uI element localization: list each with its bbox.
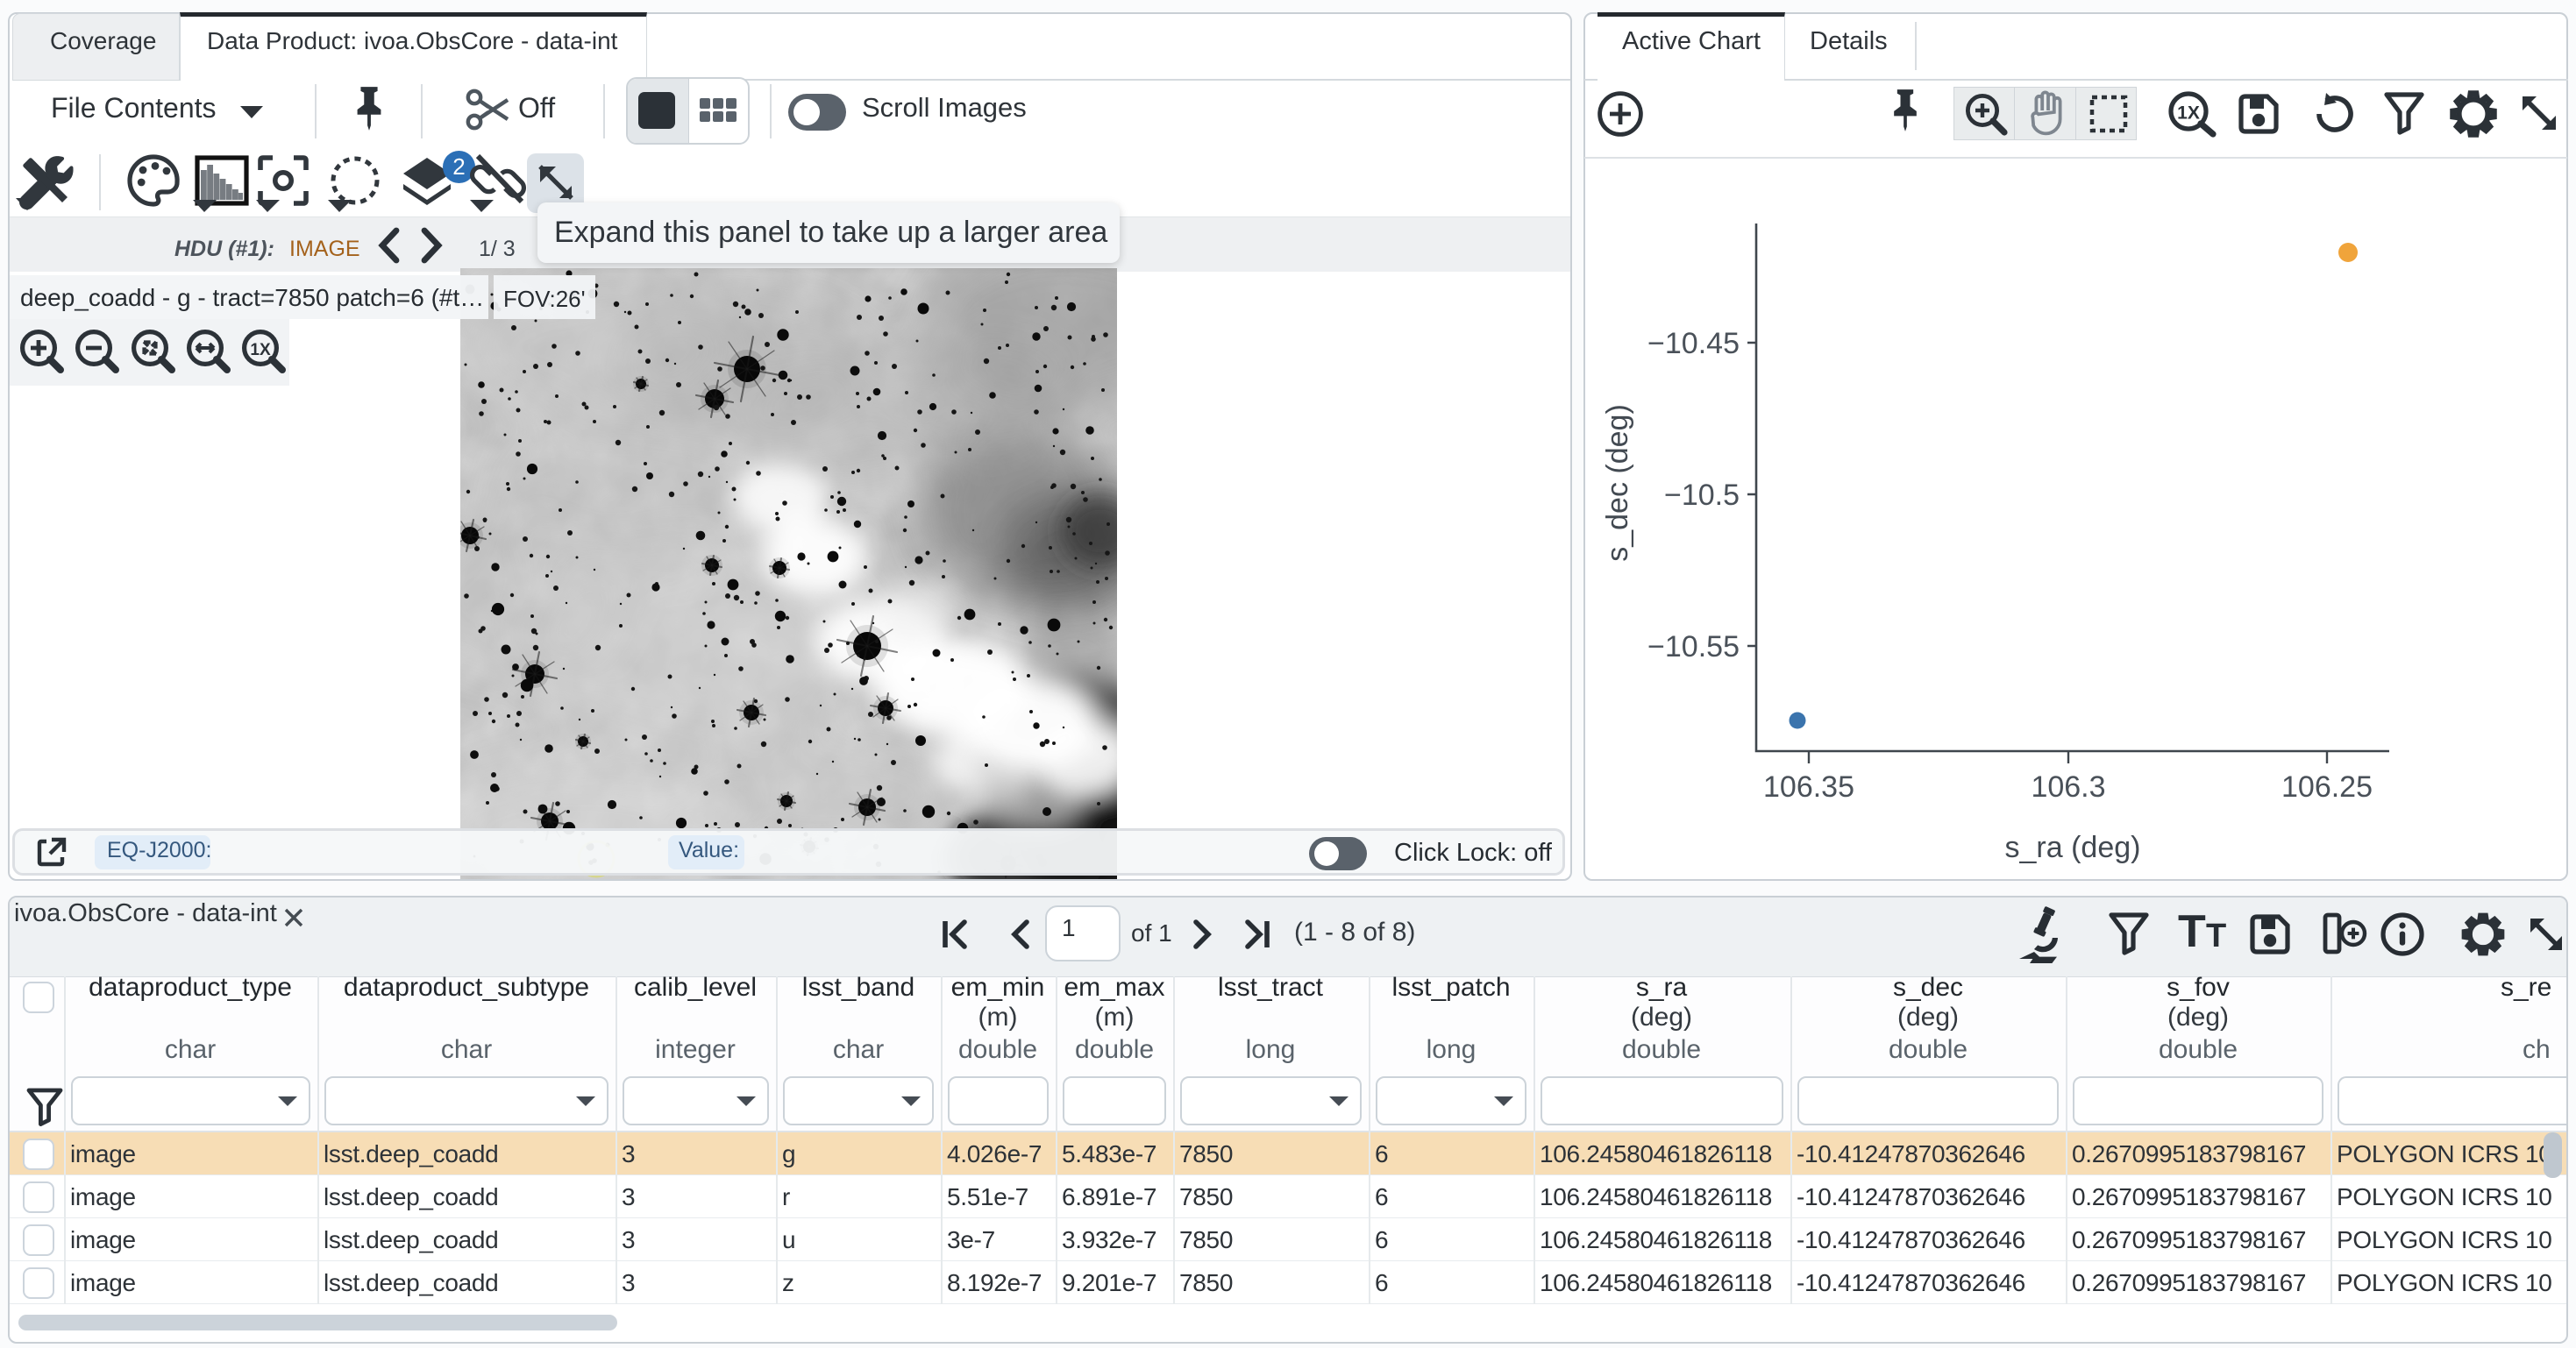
svg-text:T: T bbox=[2206, 918, 2226, 954]
svg-text:−10.45: −10.45 bbox=[1647, 327, 1740, 360]
svg-text:T: T bbox=[2178, 906, 2206, 957]
svg-text:−10.55: −10.55 bbox=[1647, 630, 1740, 663]
svg-text:s_dec (deg): s_dec (deg) bbox=[1601, 404, 1634, 562]
svg-text:106.3: 106.3 bbox=[2031, 770, 2105, 804]
svg-text:106.25: 106.25 bbox=[2281, 770, 2373, 804]
svg-text:1X: 1X bbox=[250, 341, 271, 359]
svg-text:−10.5: −10.5 bbox=[1664, 479, 1740, 512]
svg-text:106.35: 106.35 bbox=[1763, 770, 1854, 804]
svg-text:s_ra (deg): s_ra (deg) bbox=[2005, 831, 2141, 864]
